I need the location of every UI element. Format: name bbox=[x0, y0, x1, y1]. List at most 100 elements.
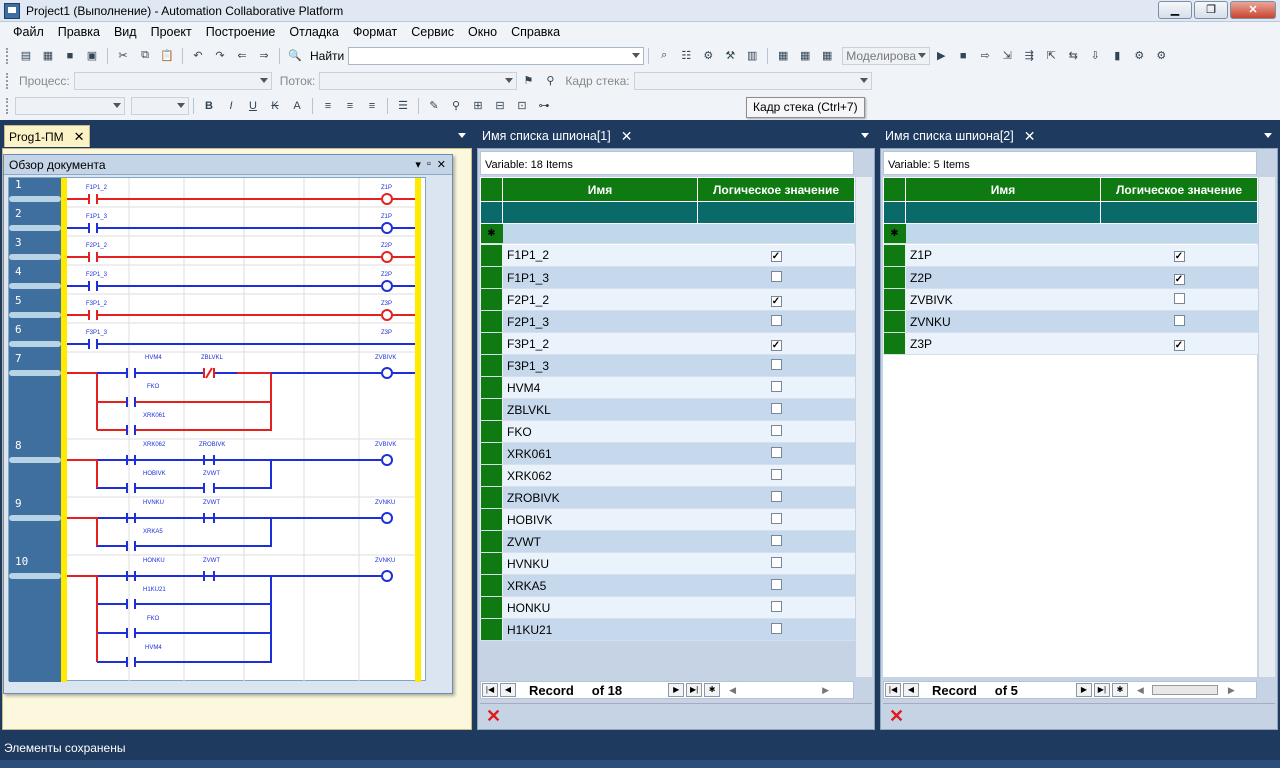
variable-name-cell[interactable]: F2P1_2 bbox=[502, 288, 698, 311]
redo-icon[interactable]: ↷ bbox=[211, 48, 229, 64]
row-selector[interactable] bbox=[480, 376, 503, 399]
error-icon[interactable]: ✕ bbox=[486, 706, 501, 727]
value-checkbox[interactable] bbox=[770, 314, 782, 326]
align-right-icon[interactable]: ≡ bbox=[363, 98, 381, 114]
find-in-files-icon[interactable]: ⌕ bbox=[655, 48, 673, 64]
row-selector[interactable] bbox=[480, 310, 503, 333]
filter-name-cell[interactable] bbox=[905, 201, 1101, 224]
chevron-down-icon[interactable] bbox=[1264, 133, 1272, 138]
toolbar-grip[interactable] bbox=[6, 97, 9, 114]
format-painter-icon[interactable]: ⚲ bbox=[447, 98, 465, 114]
row-selector[interactable] bbox=[480, 530, 503, 553]
variable-name-cell[interactable]: ZBLVKL bbox=[502, 398, 698, 421]
watch-grid-2[interactable]: Имя Логическое значение ✱ Z1P ✓ Z2P ✓ ZVBIVK Z… bbox=[883, 177, 1258, 677]
row-selector[interactable] bbox=[883, 244, 906, 267]
font-size-select[interactable] bbox=[131, 96, 189, 115]
value-checkbox[interactable] bbox=[770, 600, 782, 612]
chevron-down-icon[interactable] bbox=[918, 52, 927, 58]
value-checkbox[interactable] bbox=[770, 270, 782, 282]
table-row[interactable]: XRK061 bbox=[480, 442, 855, 465]
grid2-icon[interactable]: ▦ bbox=[796, 48, 814, 64]
row-selector[interactable] bbox=[480, 486, 503, 509]
close-icon[interactable]: ✕ bbox=[1024, 128, 1036, 145]
filter-icon[interactable]: ⚲ bbox=[541, 73, 559, 89]
menu-format[interactable]: Формат bbox=[346, 25, 404, 39]
row-selector[interactable] bbox=[480, 288, 503, 311]
row-selector-header[interactable] bbox=[480, 177, 503, 202]
ladder-diagram[interactable]: 1 2 3 4 5 6 7 8 9 10 F1P1_2 Z1P F1P1_3 Z… bbox=[8, 177, 426, 682]
battery-icon[interactable]: ▮ bbox=[1108, 48, 1126, 64]
value-checkbox[interactable] bbox=[770, 358, 782, 370]
menu-file[interactable]: Файл bbox=[6, 25, 51, 39]
variable-name-cell[interactable]: F1P1_2 bbox=[502, 244, 698, 267]
stop-icon[interactable]: ■ bbox=[954, 48, 972, 64]
vertical-scrollbar[interactable] bbox=[1259, 177, 1275, 677]
font-color-icon[interactable]: A bbox=[288, 98, 306, 114]
variable-name-cell[interactable]: Z1P bbox=[905, 244, 1101, 267]
row-selector-header[interactable] bbox=[883, 177, 906, 202]
variable-name-cell[interactable]: Z2P bbox=[905, 266, 1101, 289]
value-checkbox[interactable] bbox=[1173, 292, 1185, 304]
chevron-down-icon[interactable] bbox=[458, 133, 466, 138]
table-row[interactable]: XRKA5 bbox=[480, 574, 855, 597]
table-row[interactable]: H1KU21 bbox=[480, 618, 855, 641]
italic-icon[interactable]: I bbox=[222, 98, 240, 114]
value-checkbox[interactable] bbox=[770, 512, 782, 524]
row-selector[interactable] bbox=[480, 420, 503, 443]
variable-name-cell[interactable]: Z3P bbox=[905, 332, 1101, 355]
navigate-forward-icon[interactable]: ⇒ bbox=[255, 48, 273, 64]
new-row-name-cell[interactable] bbox=[905, 223, 1101, 244]
chevron-down-icon[interactable]: ▾ bbox=[415, 158, 421, 171]
value-checkbox[interactable] bbox=[770, 556, 782, 568]
new-row-value-cell[interactable] bbox=[697, 223, 855, 244]
value-checkbox[interactable] bbox=[1173, 314, 1185, 326]
save-all-icon[interactable]: ▣ bbox=[83, 48, 101, 64]
save-icon[interactable]: ■ bbox=[61, 48, 79, 64]
navigate-back-icon[interactable]: ⇐ bbox=[233, 48, 251, 64]
row-selector[interactable] bbox=[480, 464, 503, 487]
tab-watch2[interactable]: Имя списка шпиона[2] ✕ bbox=[885, 125, 1035, 147]
new-icon[interactable]: ▤ bbox=[17, 48, 35, 64]
row-selector[interactable] bbox=[480, 508, 503, 531]
table-row[interactable]: F3P1_2 ✓ bbox=[480, 332, 855, 355]
value-checkbox[interactable] bbox=[770, 622, 782, 634]
step-icon[interactable]: ⇨ bbox=[976, 48, 994, 64]
table-row[interactable]: ZROBIVK bbox=[480, 486, 855, 509]
minimize-button[interactable]: ▁ bbox=[1158, 1, 1192, 19]
simulation-mode-select[interactable]: Моделирова bbox=[842, 46, 931, 65]
menu-view[interactable]: Вид bbox=[107, 25, 144, 39]
filter-value-cell[interactable] bbox=[697, 201, 855, 224]
new-row-name-cell[interactable] bbox=[502, 223, 698, 244]
toolbar-grip[interactable] bbox=[6, 72, 9, 89]
variable-name-cell[interactable]: ZROBIVK bbox=[502, 486, 698, 509]
row-selector[interactable] bbox=[480, 398, 503, 421]
row-selector[interactable] bbox=[480, 618, 503, 641]
table-row[interactable]: F1P1_3 bbox=[480, 266, 855, 289]
menu-tools[interactable]: Сервис bbox=[404, 25, 461, 39]
close-icon[interactable]: ✕ bbox=[437, 158, 446, 171]
new-record-button[interactable]: ✱ bbox=[704, 683, 721, 697]
value-checkbox[interactable] bbox=[770, 468, 782, 480]
chevron-down-icon[interactable] bbox=[113, 102, 121, 108]
first-record-button[interactable]: |◀ bbox=[885, 683, 901, 697]
refresh-icon[interactable]: ⚙ bbox=[1152, 48, 1170, 64]
solution-explorer-icon[interactable]: ☷ bbox=[677, 48, 695, 64]
close-button[interactable]: ✕ bbox=[1230, 1, 1276, 19]
row-selector[interactable] bbox=[883, 332, 906, 355]
table-row[interactable]: ZVNKU bbox=[883, 310, 1258, 333]
value-checkbox[interactable]: ✓ bbox=[770, 251, 782, 263]
table-row[interactable]: HOBIVK bbox=[480, 508, 855, 531]
variable-name-cell[interactable]: HVM4 bbox=[502, 376, 698, 399]
font-select[interactable] bbox=[15, 96, 125, 115]
align-left-icon[interactable]: ≡ bbox=[319, 98, 337, 114]
copy-icon[interactable]: ⧉ bbox=[136, 48, 154, 64]
error-icon[interactable]: ✕ bbox=[889, 706, 904, 727]
variable-name-cell[interactable]: F3P1_3 bbox=[502, 354, 698, 377]
value-checkbox[interactable] bbox=[770, 402, 782, 414]
align-center-icon[interactable]: ≡ bbox=[341, 98, 359, 114]
next-record-button[interactable]: ▶ bbox=[668, 683, 685, 697]
row-selector[interactable] bbox=[883, 310, 906, 333]
hscroll-left-icon[interactable]: ◀ bbox=[1137, 685, 1144, 696]
next-record-button[interactable]: ▶ bbox=[1075, 683, 1092, 697]
menu-window[interactable]: Окно bbox=[461, 25, 504, 39]
